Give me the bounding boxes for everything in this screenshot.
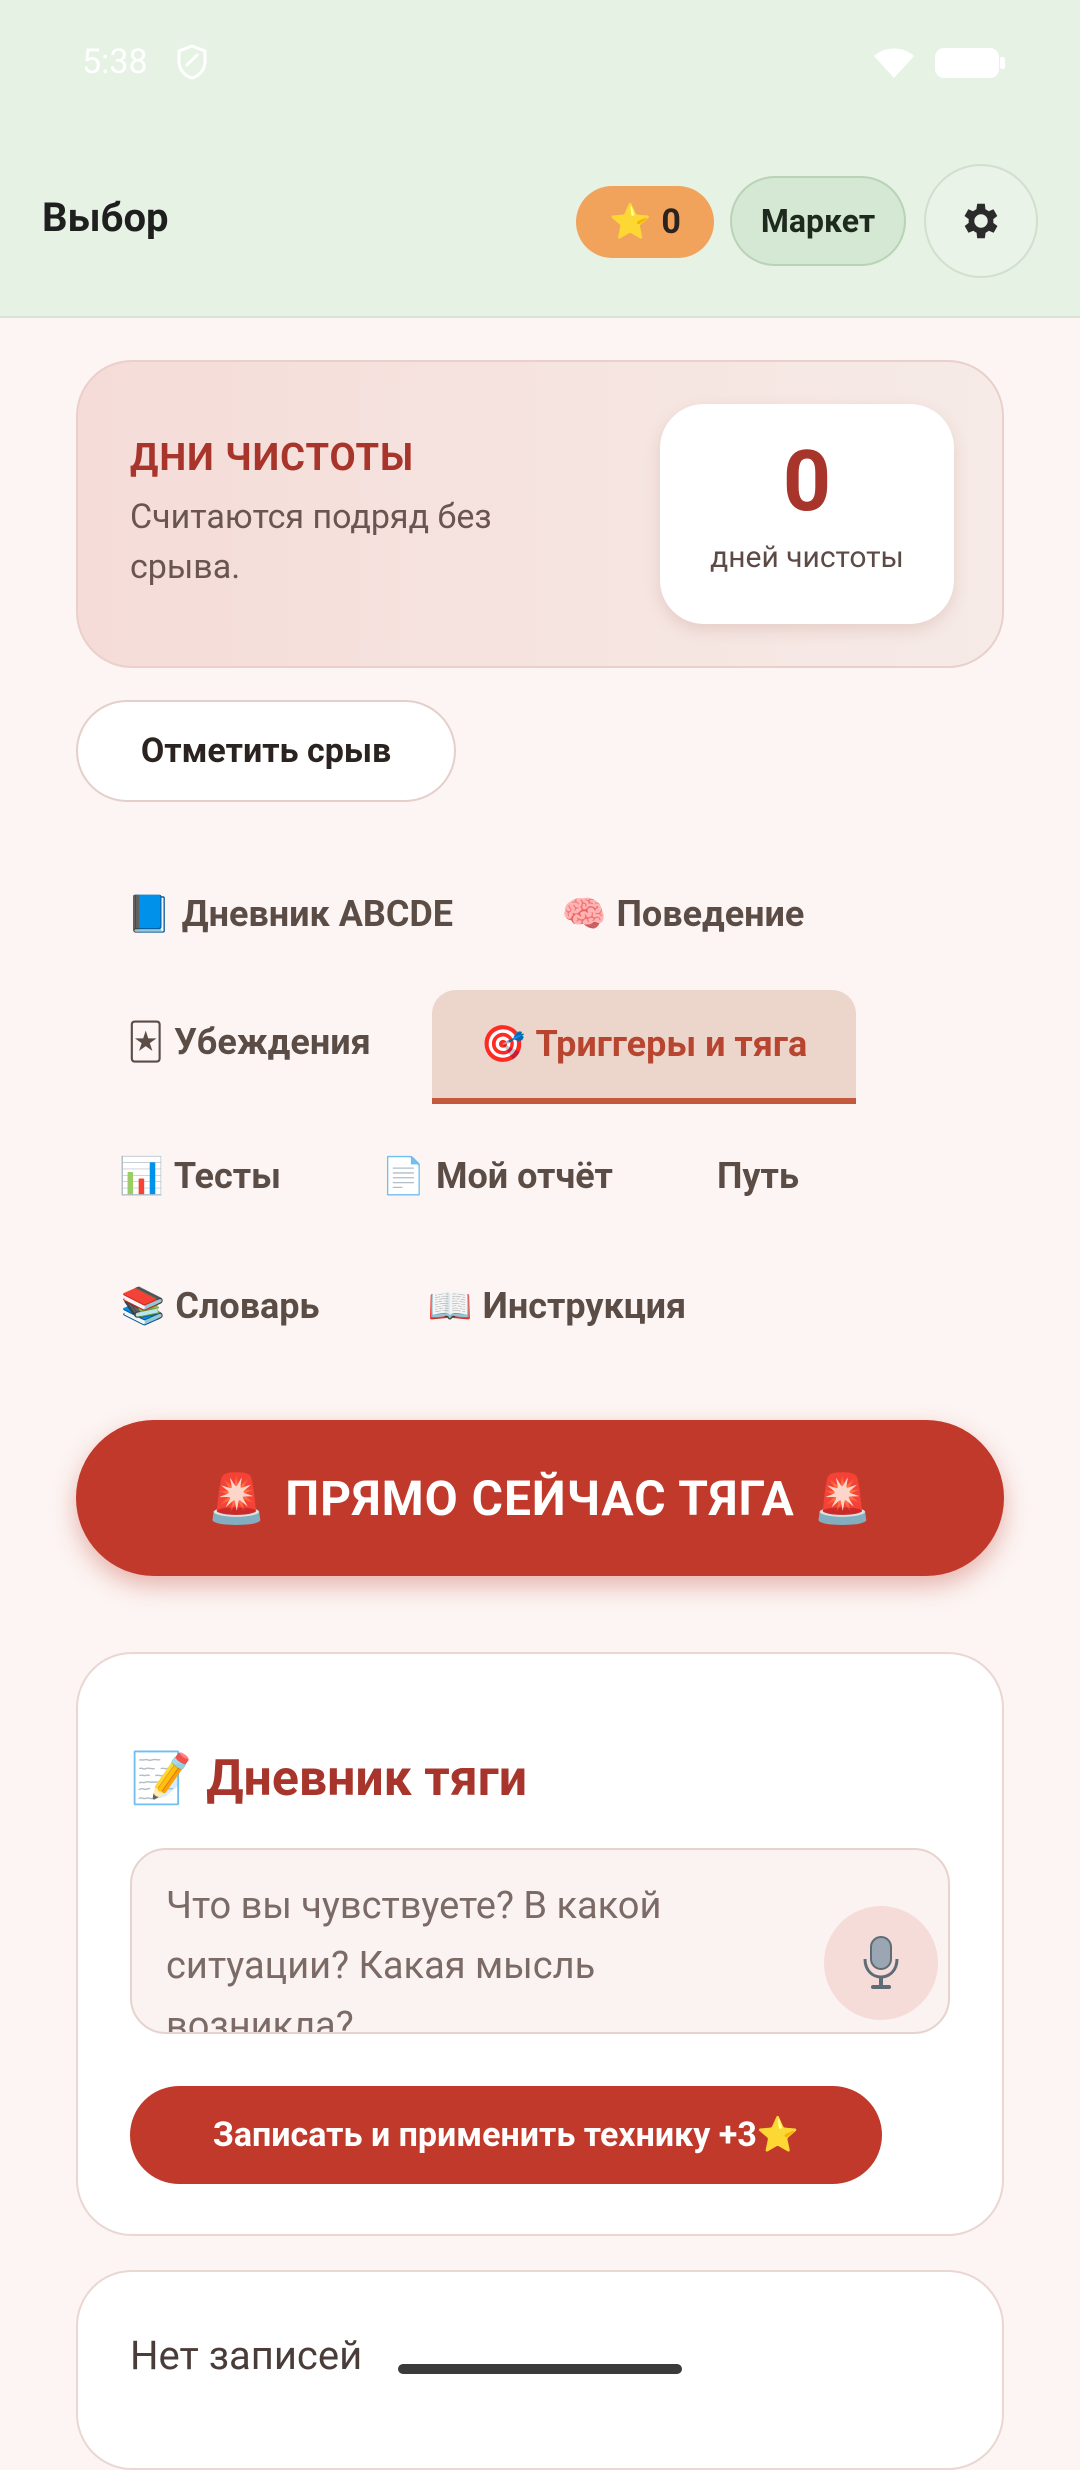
- tab-abcde-diary[interactable]: 📘 Дневник ABCDE: [100, 868, 480, 960]
- tab-label: Триггеры и тяга: [535, 1023, 808, 1065]
- tab-label: Поведение: [616, 893, 805, 935]
- stars-count: 0: [661, 202, 681, 242]
- document-icon: 📄: [381, 1155, 426, 1197]
- gear-icon: [964, 203, 998, 239]
- tab-tests[interactable]: 📊 Тесты: [100, 1130, 300, 1222]
- tab-label: Убеждения: [174, 1021, 371, 1063]
- tab-label: Тесты: [173, 1155, 281, 1197]
- target-icon: 🎯: [480, 1023, 526, 1065]
- tab-triggers-cravings[interactable]: 🎯 Триггеры и тяга: [432, 990, 856, 1104]
- craving-diary-input[interactable]: Что вы чувствуете? В какой ситуации? Как…: [130, 1848, 950, 2034]
- books-icon: 📚: [120, 1285, 166, 1327]
- mark-relapse-button[interactable]: Отметить срыв: [76, 700, 456, 802]
- tab-my-report[interactable]: 📄 Мой отчёт: [366, 1130, 628, 1222]
- shield-icon: [177, 44, 207, 80]
- clean-days-card: ДНИ ЧИСТОТЫ Считаются подряд без срыва. …: [76, 360, 1004, 668]
- tab-label: Дневник ABCDE: [181, 893, 454, 935]
- status-bar: 5:38: [0, 0, 1080, 130]
- craving-diary-placeholder: Что вы чувствуете? В какой ситуации? Как…: [166, 1884, 662, 2034]
- home-indicator[interactable]: [398, 2364, 682, 2374]
- craving-diary-heading: Дневник тяги: [206, 1750, 528, 1808]
- memo-icon: 📝: [130, 1750, 193, 1808]
- clean-days-subtitle: Считаются подряд без срыва.: [130, 497, 492, 587]
- star-icon: ⭐: [609, 202, 652, 242]
- tab-behavior[interactable]: 🧠 Поведение: [538, 868, 828, 960]
- microphone-icon: [863, 1936, 899, 1989]
- craving-diary-card: 📝 Дневник тяги Что вы чувствуете? В како…: [76, 1652, 1004, 2236]
- settings-button[interactable]: [924, 164, 1038, 278]
- no-entries-text: Нет записей: [130, 2332, 363, 2379]
- clean-days-count: 0: [782, 432, 832, 531]
- brain-icon: 🧠: [561, 893, 607, 935]
- market-button[interactable]: Маркет: [730, 176, 906, 266]
- battery-icon: [935, 48, 1005, 78]
- status-time: 5:38: [82, 42, 148, 82]
- open-book-icon: 📖: [427, 1285, 473, 1327]
- tab-label: Инструкция: [482, 1285, 687, 1327]
- joker-card-icon: 🃏: [127, 1021, 165, 1063]
- tab-label: Словарь: [175, 1285, 320, 1327]
- craving-diary-title: 📝 Дневник тяги: [130, 1750, 527, 1808]
- tab-beliefs[interactable]: 🃏 Убеждения: [100, 996, 398, 1088]
- tab-label: Путь: [716, 1155, 800, 1197]
- voice-input-button[interactable]: [824, 1906, 938, 2020]
- siren-icon: 🚨: [206, 1469, 268, 1527]
- clean-days-title: ДНИ ЧИСТОТЫ: [130, 436, 415, 480]
- craving-now-label: ПРЯМО СЕЙЧАС ТЯГА: [285, 1469, 795, 1527]
- clean-days-label: дней чистоты: [710, 540, 904, 575]
- clean-days-counter: 0 дней чистоты: [660, 404, 954, 624]
- record-and-apply-button[interactable]: Записать и применить технику +3⭐: [130, 2086, 882, 2184]
- tab-instructions[interactable]: 📖 Инструкция: [406, 1260, 708, 1352]
- siren-icon: 🚨: [812, 1469, 874, 1527]
- tab-path[interactable]: Путь: [690, 1130, 826, 1222]
- app-header: Выбор ⭐ 0 Маркет: [0, 130, 1080, 318]
- stars-badge[interactable]: ⭐ 0: [576, 186, 714, 258]
- book-blue-icon: 📘: [126, 893, 172, 935]
- craving-now-button[interactable]: 🚨 ПРЯМО СЕЙЧАС ТЯГА 🚨: [76, 1420, 1004, 1576]
- page-title: Выбор: [42, 194, 169, 241]
- tab-dictionary[interactable]: 📚 Словарь: [100, 1260, 340, 1352]
- tab-label: Мой отчёт: [435, 1155, 613, 1197]
- wifi-icon: [874, 48, 914, 78]
- bar-chart-icon: 📊: [119, 1155, 164, 1197]
